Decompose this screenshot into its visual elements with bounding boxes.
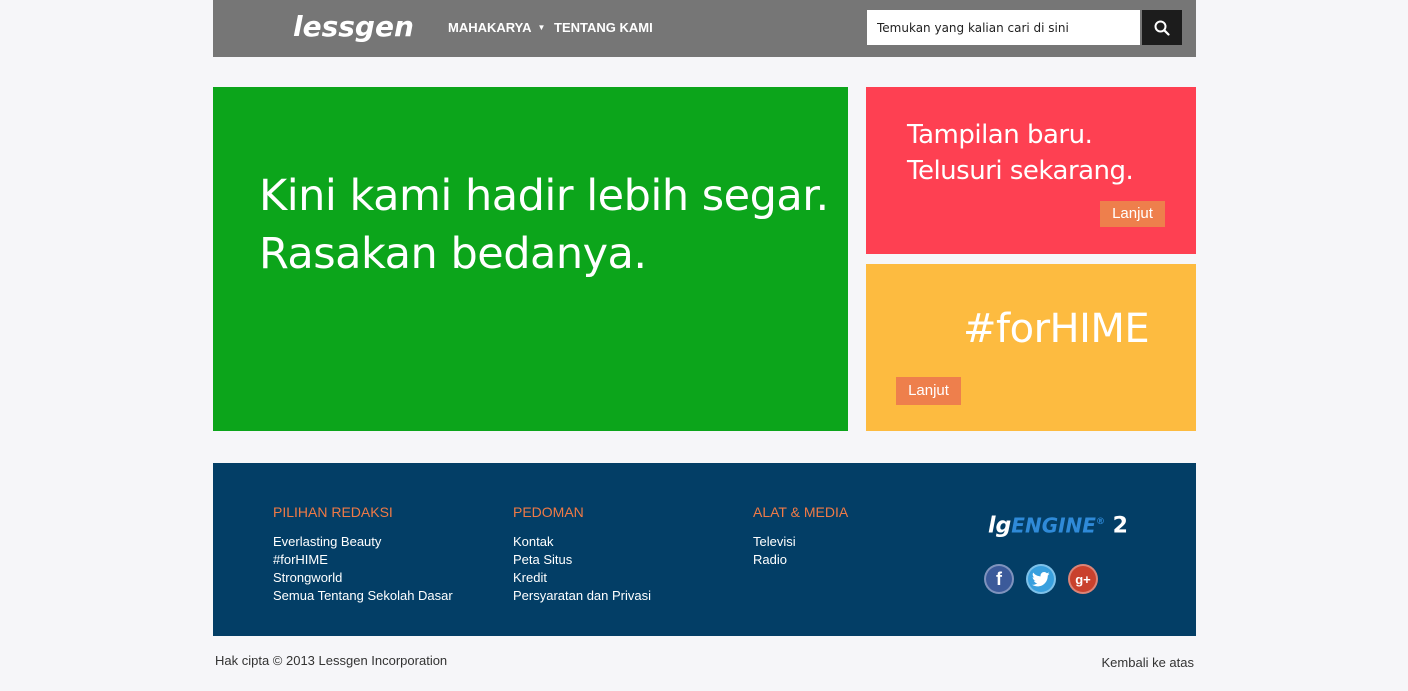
promo-tile-forhime[interactable]: #forHIME Lanjut: [866, 264, 1196, 431]
facebook-icon[interactable]: f: [984, 564, 1014, 594]
engine-logo-mark: ®: [1095, 517, 1105, 527]
continue-button[interactable]: Lanjut: [1100, 201, 1165, 227]
footer-link[interactable]: Persyaratan dan Privasi: [513, 587, 651, 605]
google-plus-icon[interactable]: g+: [1068, 564, 1098, 594]
promo-title: #forHIME: [963, 306, 1150, 352]
footer-link[interactable]: Everlasting Beauty: [273, 533, 453, 551]
footer-link[interactable]: Strongworld: [273, 569, 453, 587]
site-header: lessgen MAHAKARYA ▼ TENTANG KAMI: [213, 0, 1196, 57]
engine-logo-name: ENGINE: [1011, 513, 1096, 538]
promo-line-1: Tampilan baru.: [907, 120, 1093, 150]
nav-mahakarya-label: MAHAKARYA: [448, 20, 532, 35]
twitter-icon[interactable]: [1026, 564, 1056, 594]
continue-button[interactable]: Lanjut: [896, 377, 961, 405]
hero-tile[interactable]: Kini kami hadir lebih segar. Rasakan bed…: [213, 87, 848, 431]
promo-line-2: Telusuri sekarang.: [907, 156, 1134, 186]
search-button[interactable]: [1142, 10, 1182, 45]
engine-logo-prefix: lg: [988, 513, 1012, 539]
footer-link[interactable]: Kontak: [513, 533, 651, 551]
site-footer: PILIHAN REDAKSI Everlasting Beauty #forH…: [213, 463, 1196, 636]
footer-link[interactable]: Kredit: [513, 569, 651, 587]
footer-heading: PEDOMAN: [513, 504, 584, 520]
promo-tile-new-look[interactable]: Tampilan baru. Telusuri sekarang. Lanjut: [866, 87, 1196, 254]
footer-link[interactable]: Televisi: [753, 533, 848, 551]
site-logo[interactable]: lessgen: [293, 9, 414, 45]
footer-link[interactable]: Semua Tentang Sekolah Dasar: [273, 587, 453, 605]
nav-tentang-kami[interactable]: TENTANG KAMI: [554, 19, 653, 37]
copyright-text: Hak cipta © 2013 Lessgen Incorporation: [215, 653, 448, 668]
footer-link[interactable]: Radio: [753, 551, 848, 569]
footer-column-editors-pick: PILIHAN REDAKSI Everlasting Beauty #forH…: [273, 503, 453, 605]
promo-text: Tampilan baru. Telusuri sekarang.: [907, 117, 1134, 189]
hero-text: Kini kami hadir lebih segar. Rasakan bed…: [259, 167, 829, 283]
search-input[interactable]: [867, 10, 1140, 45]
footer-column-guidelines: PEDOMAN Kontak Peta Situs Kredit Persyar…: [513, 503, 651, 605]
back-to-top-link[interactable]: Kembali ke atas: [1102, 654, 1195, 672]
search-icon: [1154, 20, 1170, 36]
footer-heading: ALAT & MEDIA: [753, 504, 849, 520]
engine-logo-version: 2: [1112, 513, 1128, 539]
footer-heading: PILIHAN REDAKSI: [273, 504, 393, 520]
nav-mahakarya[interactable]: MAHAKARYA ▼: [448, 19, 545, 37]
twitter-bird-glyph: [1032, 571, 1050, 586]
hero-line-2: Rasakan bedanya.: [259, 229, 647, 279]
hero-line-1: Kini kami hadir lebih segar.: [259, 171, 829, 221]
footer-column-tools-media: ALAT & MEDIA Televisi Radio: [753, 503, 848, 569]
footer-link[interactable]: Peta Situs: [513, 551, 651, 569]
footer-link[interactable]: #forHIME: [273, 551, 453, 569]
caret-down-icon: ▼: [537, 23, 546, 32]
engine-logo: lgENGINE® 2: [988, 508, 1128, 540]
